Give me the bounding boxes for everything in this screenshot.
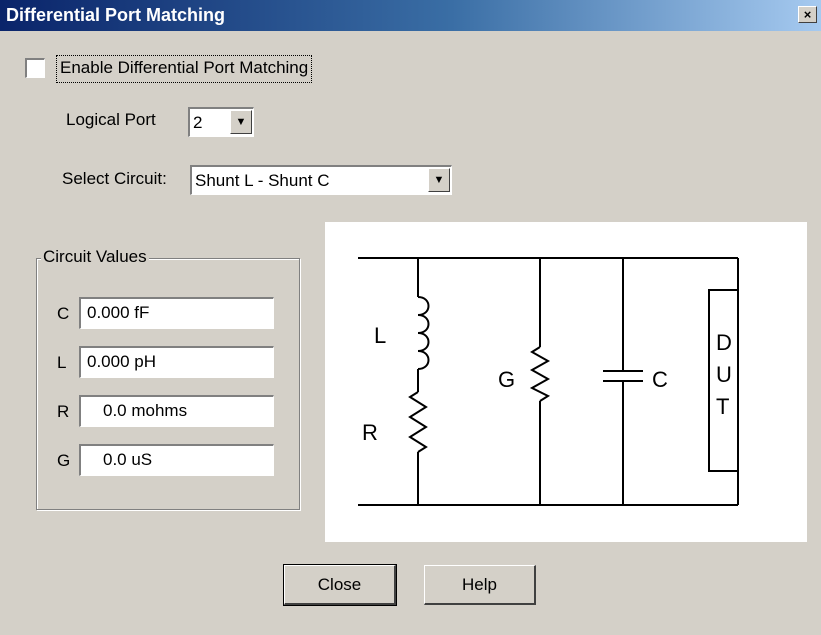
label-dut-t: T (716, 394, 729, 419)
enable-checkbox[interactable] (25, 58, 45, 78)
select-circuit-label: Select Circuit: (62, 169, 167, 188)
chevron-down-icon[interactable]: ▼ (428, 168, 450, 192)
dialog-window: Differential Port Matching × Enable Diff… (0, 0, 821, 635)
r-value-field[interactable]: 0.0 mohms (79, 395, 274, 427)
label-r: R (362, 420, 378, 445)
field-label-c: C (57, 304, 70, 323)
circuit-schematic: L R G C D U T (358, 257, 739, 506)
label-dut-u: U (716, 362, 732, 387)
close-button[interactable]: Close (283, 564, 397, 606)
resistor-zigzag (408, 391, 428, 453)
circuit-diagram: L R G C D U T (325, 222, 807, 542)
circuit-values-title: Circuit Values (41, 247, 149, 267)
help-button[interactable]: Help (424, 565, 536, 605)
chevron-down-icon[interactable]: ▼ (230, 110, 252, 134)
field-label-l: L (57, 353, 67, 372)
title-bar: Differential Port Matching × (0, 0, 821, 31)
field-label-g: G (57, 451, 71, 470)
field-label-r: R (57, 402, 70, 421)
label-g: G (498, 367, 515, 392)
enable-checkbox-label[interactable]: Enable Differential Port Matching (56, 55, 313, 83)
c-value-field[interactable]: 0.000 fF (79, 297, 274, 329)
l-value-field[interactable]: 0.000 pH (79, 346, 274, 378)
conductance-zigzag (529, 346, 551, 402)
label-l: L (374, 323, 386, 348)
logical-port-label: Logical Port (66, 110, 156, 129)
window-title: Differential Port Matching (6, 5, 226, 25)
label-c: C (652, 367, 668, 392)
g-value-field[interactable]: 0.0 uS (79, 444, 274, 476)
close-icon[interactable]: × (798, 6, 817, 23)
logical-port-value: 2 (193, 113, 203, 132)
inductor-coil (417, 296, 430, 370)
select-circuit-value: Shunt L - Shunt C (195, 171, 330, 190)
select-circuit-select[interactable]: Shunt L - Shunt C ▼ (190, 165, 452, 195)
logical-port-select[interactable]: 2 ▼ (188, 107, 254, 137)
circuit-values-group: Circuit Values C 0.000 fF L 0.000 pH R 0… (36, 247, 300, 510)
label-dut-d: D (716, 330, 732, 355)
